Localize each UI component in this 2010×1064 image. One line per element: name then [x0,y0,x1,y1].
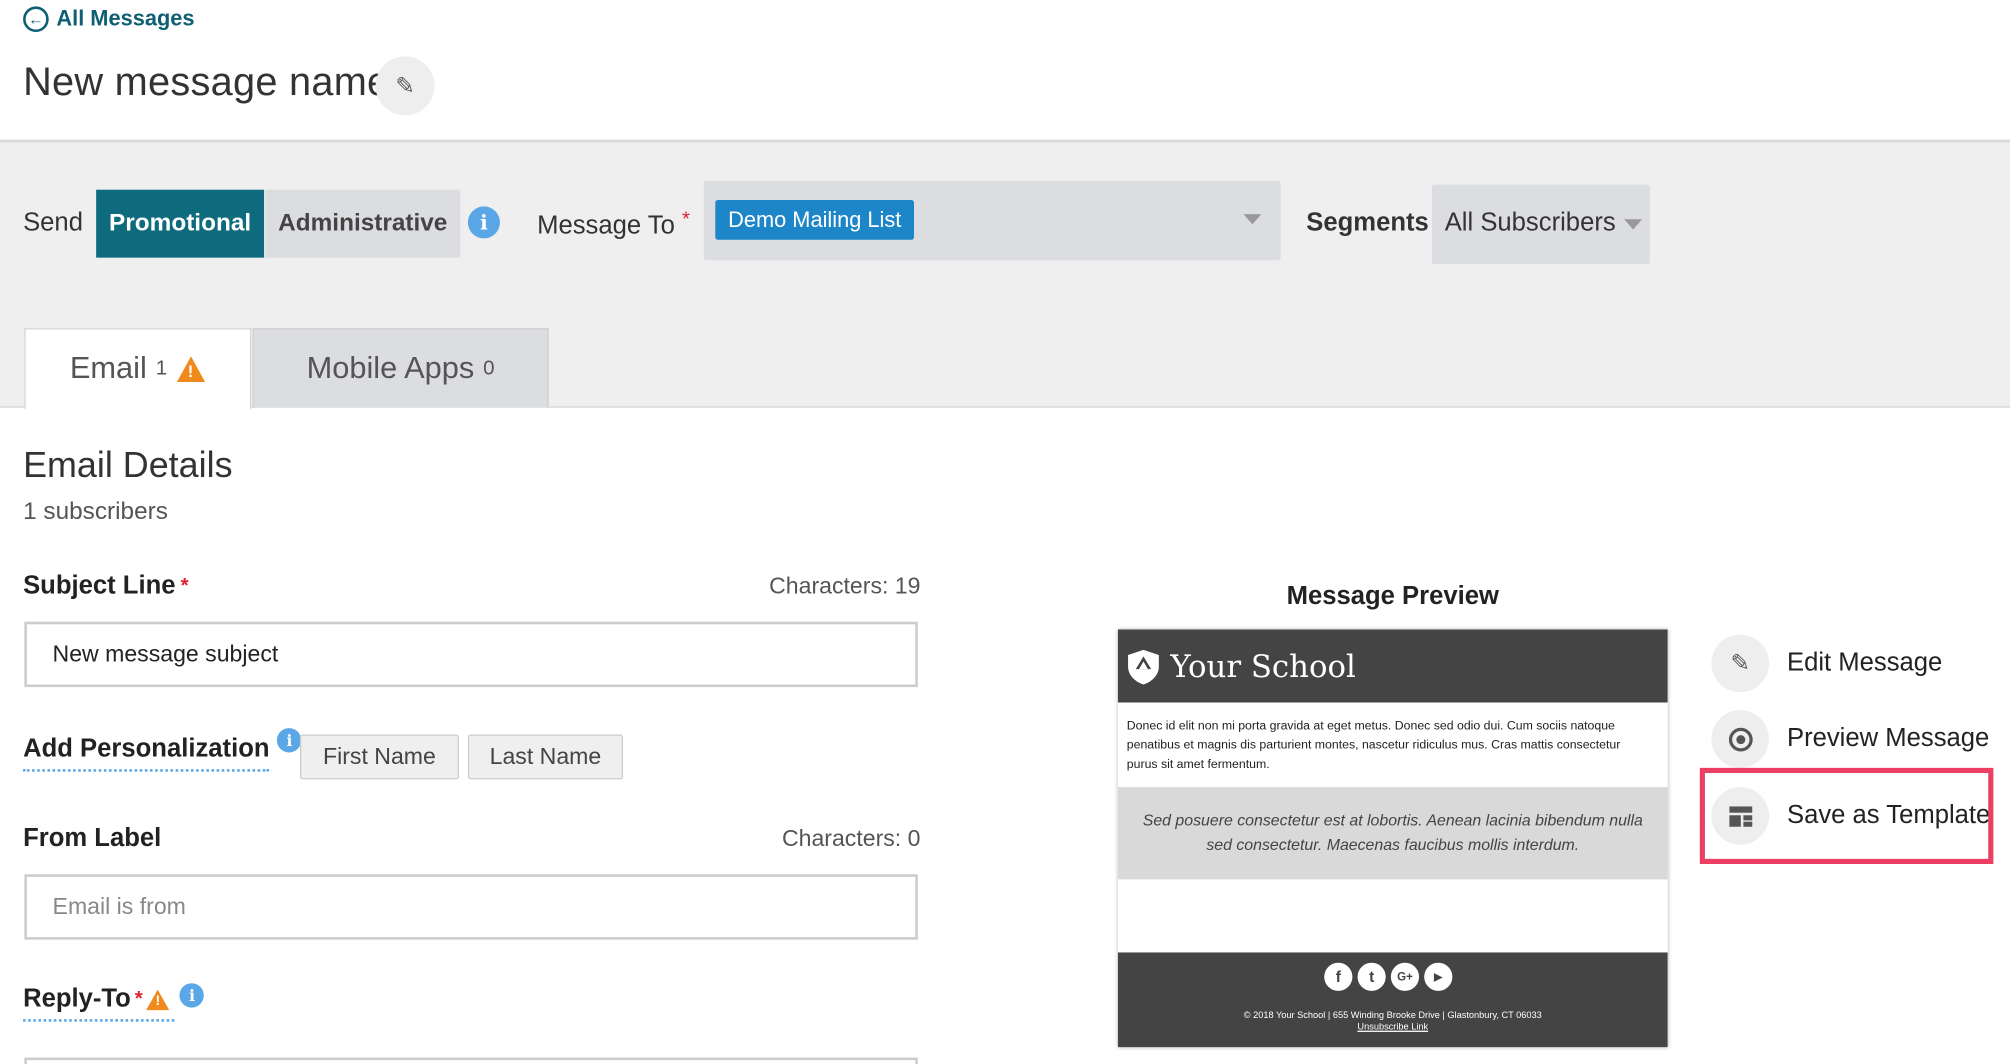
message-editor: ← All Messages New message name ✎ Send P… [0,0,2010,1064]
segments-select[interactable]: All Subscribers [1431,184,1650,265]
preview-message-label: Preview Message [1786,724,1990,753]
edit-name-button[interactable]: ✎ [375,56,435,116]
from-label-label: From Label [23,824,162,853]
from-label-placeholder: Email is from [52,893,186,920]
warning-icon [146,988,170,1010]
warning-icon [177,356,206,383]
preview-title: Message Preview [1286,581,1499,611]
arrow-left-icon: ← [23,6,49,33]
message-to-label: Message To * [537,208,691,240]
preview-unsubscribe-link: Unsubscribe Link [1357,1020,1429,1032]
required-mark: * [180,574,189,597]
preview-quote: Sed posuere consectetur est at lobortis.… [1117,787,1668,880]
subject-char-count: Characters: 19 [769,573,921,599]
message-preview[interactable]: Your School Donec id elit non mi porta g… [1117,629,1668,1048]
youtube-icon: ▶ [1424,962,1453,991]
segments-label: Segments [1306,208,1429,238]
tab-mobile-apps-label: Mobile Apps [306,350,475,386]
pencil-icon: ✎ [1711,634,1770,693]
subject-line-input[interactable]: New message subject [24,621,918,688]
tab-mobile-apps[interactable]: Mobile Apps 0 [252,328,549,408]
message-to-select[interactable]: Demo Mailing List [703,180,1281,261]
from-label-char-count: Characters: 0 [781,825,921,852]
chevron-down-icon [1624,219,1643,230]
eye-icon [1711,710,1770,768]
last-name-button[interactable]: Last Name [467,734,624,780]
facebook-icon: f [1324,962,1353,991]
back-link-label: All Messages [56,6,195,31]
subject-line-label: Subject Line * [23,571,189,600]
preview-header: Your School [1117,629,1668,703]
info-icon[interactable]: i [179,983,205,1008]
required-mark: * [134,987,143,1010]
preview-school-name: Your School [1170,648,1356,684]
google-plus-icon: G+ [1390,962,1420,991]
section-title: Email Details [23,444,233,485]
first-name-button[interactable]: First Name [299,734,459,780]
social-icons: f t G+ ▶ [1324,962,1453,991]
preview-body-text: Donec id elit non mi porta gravida at eg… [1126,719,1621,772]
segments-value: All Subscribers [1444,208,1616,238]
back-to-all-messages-link[interactable]: ← All Messages [23,6,195,33]
chevron-down-icon [1243,214,1262,225]
promotional-toggle[interactable]: Promotional [96,189,265,258]
personalization-label[interactable]: Add Personalization i [23,728,302,772]
tab-email-count: 1 [155,357,168,380]
from-label-input[interactable]: Email is from [24,874,918,940]
edit-message-button[interactable]: ✎ Edit Message [1711,634,1943,693]
tab-email-label: Email [69,351,147,386]
reply-to-input[interactable] [24,1057,918,1064]
page-title: New message name [23,58,390,104]
required-mark: * [682,208,691,231]
subject-line-value: New message subject [52,640,279,667]
edit-message-label: Edit Message [1786,648,1943,677]
tab-email[interactable]: Email 1 [24,328,252,409]
preview-footer-address: © 2018 Your School | 655 Winding Brooke … [1243,1008,1542,1021]
highlight-box [1699,767,1994,865]
pencil-icon: ✎ [395,72,415,99]
twitter-icon: t [1357,962,1386,991]
preview-message-button[interactable]: Preview Message [1711,710,1989,768]
send-label: Send [23,208,83,238]
reply-to-label[interactable]: Reply-To* i [23,983,205,1022]
info-icon[interactable]: i [277,728,302,753]
administrative-toggle[interactable]: Administrative [265,189,461,258]
subscriber-count: 1 subscribers [23,498,168,526]
info-icon[interactable]: i [467,206,500,239]
preview-footer: f t G+ ▶ © 2018 Your School | 655 Windin… [1117,952,1668,1048]
tab-mobile-apps-count: 0 [483,357,495,379]
mailing-list-chip[interactable]: Demo Mailing List [715,199,915,240]
shield-logo-icon [1128,649,1159,684]
